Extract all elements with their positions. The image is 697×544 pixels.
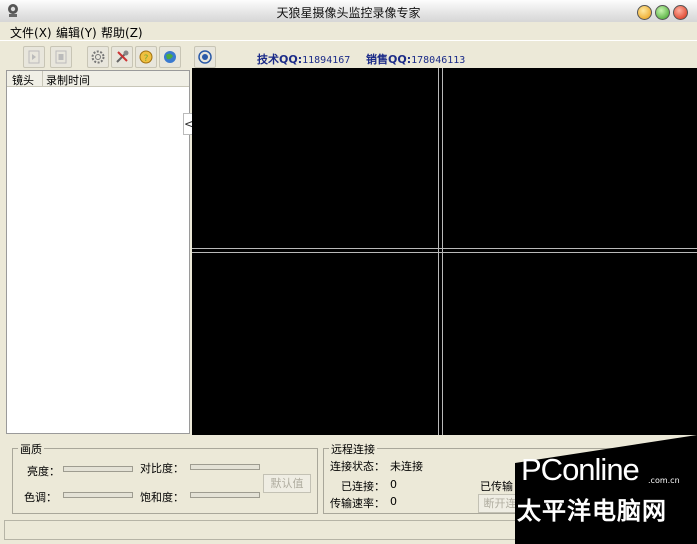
globe-icon	[164, 51, 176, 63]
status-label: 连接状态：	[330, 460, 385, 473]
close-button[interactable]	[673, 5, 688, 20]
brightness-label: 亮度：	[27, 465, 60, 478]
minimize-button[interactable]	[637, 5, 652, 20]
qq-button[interactable]	[194, 46, 216, 68]
toolbar: ? 技术QQ:11894167 销售QQ:178046113	[0, 40, 697, 71]
svg-text:?: ?	[144, 54, 149, 64]
quality-title: 画质	[18, 441, 44, 457]
speed-label: 传输速率：	[330, 497, 385, 510]
menu-help[interactable]: 帮助(Z)	[101, 24, 143, 41]
contrast-slider[interactable]	[190, 464, 260, 470]
remote-title: 远程连接	[329, 441, 377, 457]
web-button[interactable]	[159, 46, 181, 68]
help-button[interactable]: ?	[135, 46, 157, 68]
stop-button[interactable]	[50, 46, 72, 68]
tech-qq: 技术QQ:11894167	[257, 53, 351, 66]
default-button[interactable]: 默认值	[263, 474, 311, 493]
window-title: 天狼星摄像头监控录像专家	[276, 6, 421, 20]
play-icon	[28, 50, 40, 64]
maximize-button[interactable]	[655, 5, 670, 20]
status-value: 未连接	[390, 460, 423, 473]
watermark-suffix: .com.cn	[648, 476, 680, 485]
video-grid[interactable]	[192, 68, 697, 435]
grid-divider	[192, 248, 697, 249]
list-header: 镜头 录制时间	[7, 71, 189, 87]
column-divider	[42, 71, 43, 86]
speed-value: 0	[390, 495, 397, 508]
stop-icon	[55, 50, 67, 64]
menu-file[interactable]: 文件(X)	[10, 24, 52, 41]
gear-icon	[91, 50, 105, 64]
column-record-time[interactable]: 录制时间	[46, 72, 90, 88]
qq-icon	[198, 50, 212, 64]
title-bar[interactable]: 天狼星摄像头监控录像专家	[0, 0, 697, 23]
brightness-slider[interactable]	[63, 466, 133, 472]
contrast-label: 对比度：	[140, 462, 184, 475]
connected-value: 0	[390, 478, 397, 491]
connected-label: 已连接：	[341, 480, 385, 493]
tools-icon	[116, 50, 129, 63]
transferred-label: 已传输	[480, 480, 513, 493]
settings-button[interactable]	[87, 46, 109, 68]
saturation-slider[interactable]	[190, 492, 260, 498]
help-icon: ?	[139, 50, 153, 64]
menu-bar: 文件(X) 编辑(Y) 帮助(Z)	[0, 22, 697, 40]
hue-slider[interactable]	[63, 492, 133, 498]
hue-label: 色调：	[24, 491, 57, 504]
sales-qq: 销售QQ:178046113	[366, 53, 466, 66]
tools-button[interactable]	[111, 46, 133, 68]
watermark-chinese: 太平洋电脑网	[517, 497, 667, 525]
saturation-label: 饱和度：	[140, 491, 184, 504]
grid-divider	[192, 252, 697, 253]
camera-list[interactable]: 镜头 录制时间	[6, 70, 190, 434]
watermark-brand: PConline	[521, 452, 640, 487]
column-camera[interactable]: 镜头	[12, 72, 34, 88]
play-button[interactable]	[23, 46, 45, 68]
menu-edit[interactable]: 编辑(Y)	[56, 24, 97, 41]
